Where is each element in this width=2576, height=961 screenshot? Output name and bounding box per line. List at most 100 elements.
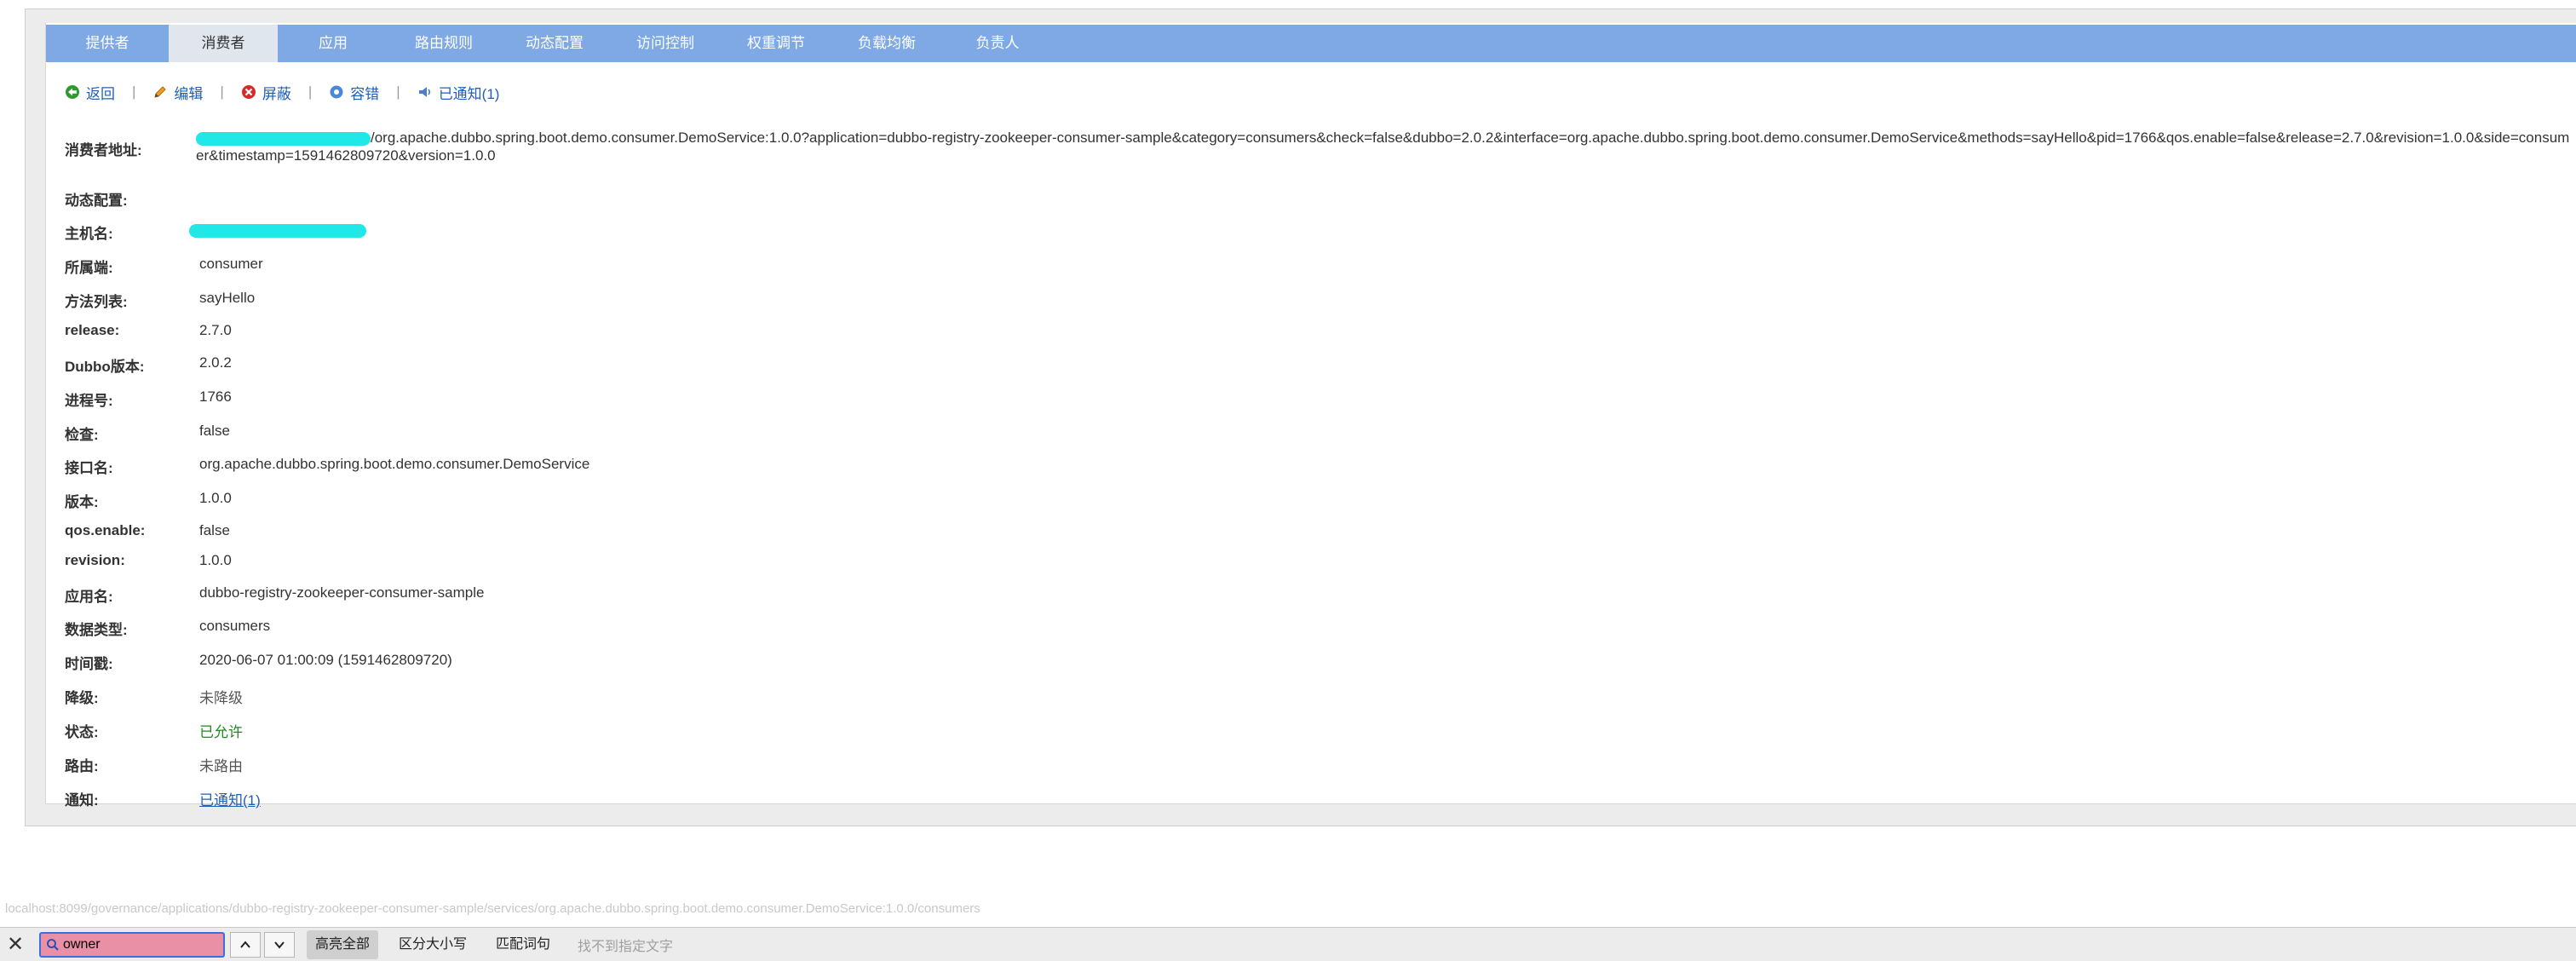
version-value: 1.0.0	[199, 490, 232, 506]
tab-owner[interactable]: 负责人	[942, 25, 1053, 62]
detail-row-methods: 方法列表: sayHello	[63, 290, 2576, 322]
interface-label: 接口名:	[65, 460, 113, 476]
tab-weight[interactable]: 权重调节	[721, 25, 831, 62]
release-label: release:	[65, 322, 120, 338]
tab-load-balance[interactable]: 负载均衡	[831, 25, 942, 62]
notify-label: 通知:	[65, 792, 99, 809]
revision-label: revision:	[65, 552, 125, 568]
route-label: 路由:	[65, 758, 99, 774]
dubbo-version-label: Dubbo版本:	[65, 359, 145, 375]
tab-bar: 提供者 消费者 应用 路由规则 动态配置 访问控制 权重调节 负载均衡 负责人	[46, 25, 2576, 62]
find-previous-button[interactable]	[230, 931, 261, 958]
separator: |	[132, 83, 136, 100]
tolerance-link[interactable]: 容错	[329, 82, 379, 103]
whole-word-toggle[interactable]: 匹配词句	[487, 930, 559, 959]
notify-value: 已通知(1)	[199, 788, 2576, 809]
dubbo-version-value: 2.0.2	[199, 354, 232, 371]
degrade-label: 降级:	[65, 690, 99, 706]
detail-row-category: 数据类型: consumers	[63, 618, 2576, 652]
speaker-icon	[418, 87, 430, 97]
detail-row-qos: qos.enable: false	[63, 522, 2576, 552]
notified-link[interactable]: 已通知(1)	[417, 82, 500, 103]
detail-row-address: 消费者地址: /org.apache.dubbo.spring.boot.dem…	[63, 125, 2576, 188]
revision-value: 1.0.0	[199, 552, 232, 568]
tab-dynamic-config[interactable]: 动态配置	[499, 25, 610, 62]
match-case-toggle[interactable]: 区分大小写	[390, 930, 475, 959]
pid-value: 1766	[199, 388, 232, 405]
tolerance-label: 容错	[350, 85, 380, 102]
chevron-down-icon	[274, 941, 285, 949]
redaction-mark	[196, 131, 371, 146]
edit-label: 编辑	[174, 85, 204, 102]
application-value: dubbo-registry-zookeeper-consumer-sample	[199, 584, 485, 601]
pencil-icon	[154, 86, 167, 98]
tab-route-rules[interactable]: 路由规则	[388, 25, 499, 62]
address-value: /org.apache.dubbo.spring.boot.demo.consu…	[196, 129, 2576, 164]
release-value: 2.7.0	[199, 322, 232, 338]
category-value: consumers	[199, 618, 271, 634]
back-link[interactable]: 返回	[65, 82, 115, 103]
detail-row-revision: revision: 1.0.0	[63, 552, 2576, 584]
redaction-mark	[189, 223, 366, 238]
qos-enable-label: qos.enable:	[65, 522, 146, 538]
route-value: 未路由	[199, 758, 243, 774]
side-value: consumer	[199, 256, 263, 272]
find-status: 找不到指定文字	[578, 939, 674, 954]
notify-link[interactable]: 已通知(1)	[199, 792, 261, 809]
detail-row-dynamic: 动态配置:	[63, 188, 2576, 222]
shield-label: 屏蔽	[262, 85, 291, 102]
detail-row-status: 状态: 已允许	[63, 720, 2576, 754]
hostname-label: 主机名:	[65, 226, 113, 242]
find-bar: ✕ 高亮全部 区分大小写 匹配词句 找不到指定文字	[0, 927, 2576, 961]
close-icon[interactable]: ✕	[0, 929, 31, 961]
separator: |	[220, 83, 224, 100]
action-toolbar: 返回 | 编辑 | 屏蔽 | 容错 | 已通知(1)	[65, 78, 499, 106]
qos-enable-value: false	[199, 522, 230, 538]
edit-link[interactable]: 编辑	[152, 82, 203, 103]
detail-row-dubbo: Dubbo版本: 2.0.2	[63, 354, 2576, 388]
gear-icon	[330, 85, 343, 99]
check-value: false	[199, 423, 230, 439]
find-field	[39, 931, 225, 958]
detail-row-route: 路由: 未路由	[63, 754, 2576, 788]
tab-applications[interactable]: 应用	[278, 25, 388, 62]
methods-label: 方法列表:	[65, 294, 128, 310]
status-url: localhost:8099/governance/applications/d…	[5, 901, 980, 916]
application-label: 应用名:	[65, 589, 113, 605]
address-label: 消费者地址:	[65, 142, 142, 158]
tab-consumers[interactable]: 消费者	[169, 25, 278, 62]
address-text: /org.apache.dubbo.spring.boot.demo.consu…	[196, 129, 2570, 164]
detail-row-hostname: 主机名:	[63, 222, 2576, 256]
side-label: 所属端:	[65, 260, 113, 276]
back-label: 返回	[86, 85, 115, 102]
detail-row-pid: 进程号: 1766	[63, 388, 2576, 423]
detail-row-application: 应用名: dubbo-registry-zookeeper-consumer-s…	[63, 584, 2576, 618]
consumer-detail-panel: 提供者 消费者 应用 路由规则 动态配置 访问控制 权重调节 负载均衡 负责人 …	[45, 23, 2576, 809]
notified-label: 已通知(1)	[438, 85, 500, 102]
tab-providers[interactable]: 提供者	[46, 25, 169, 62]
search-icon	[47, 938, 59, 951]
detail-row-timestamp: 时间戳: 2020-06-07 01:00:09 (1591462809720)	[63, 652, 2576, 686]
separator: |	[308, 83, 313, 100]
detail-row-notify: 通知: 已通知(1)	[63, 788, 2576, 822]
dynamic-label: 动态配置:	[65, 193, 128, 209]
interface-value: org.apache.dubbo.spring.boot.demo.consum…	[199, 456, 590, 472]
shield-link[interactable]: 屏蔽	[241, 82, 291, 103]
detail-list: 消费者地址: /org.apache.dubbo.spring.boot.dem…	[63, 125, 2576, 822]
find-next-button[interactable]	[264, 931, 295, 958]
highlight-all-toggle[interactable]: 高亮全部	[307, 929, 379, 959]
status-value: 已允许	[199, 724, 243, 740]
timestamp-label: 时间戳:	[65, 656, 113, 672]
hostname-value	[189, 222, 2576, 239]
tab-access-control[interactable]: 访问控制	[610, 25, 721, 62]
block-icon	[241, 85, 256, 99]
degrade-value: 未降级	[199, 690, 243, 706]
detail-row-degrade: 降级: 未降级	[63, 686, 2576, 720]
detail-row-interface: 接口名: org.apache.dubbo.spring.boot.demo.c…	[63, 456, 2576, 490]
detail-row-side: 所属端: consumer	[63, 256, 2576, 290]
pid-label: 进程号:	[65, 393, 113, 409]
find-input[interactable]	[60, 936, 208, 952]
back-arrow-icon	[66, 85, 79, 99]
detail-row-release: release: 2.7.0	[63, 322, 2576, 354]
check-label: 检查:	[65, 427, 99, 443]
